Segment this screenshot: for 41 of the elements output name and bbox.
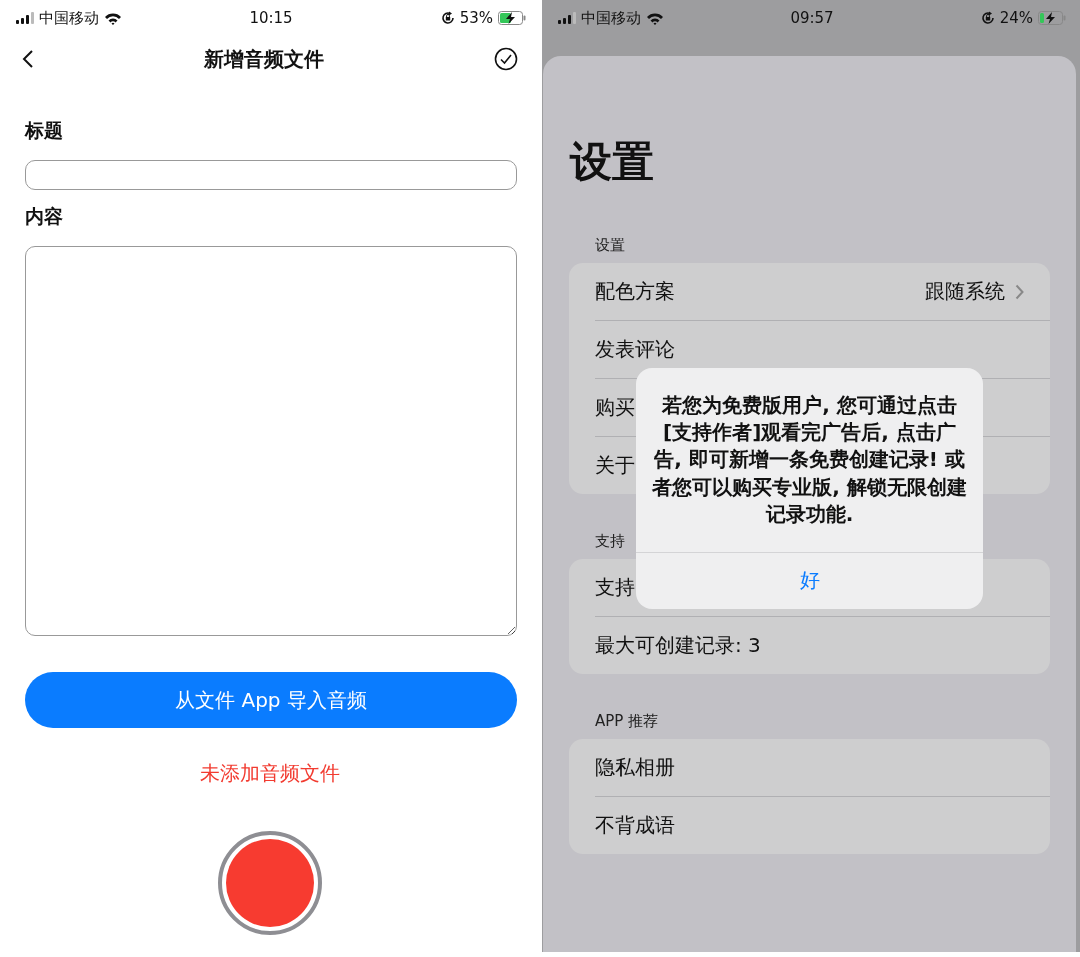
signal-icon (558, 12, 576, 24)
row-label: 最大可创建记录: 3 (595, 632, 761, 659)
section-header: 设置 (595, 236, 626, 255)
settings-row[interactable]: 最大可创建记录: 3 (595, 617, 1050, 674)
row-label: 购买 (595, 394, 635, 421)
section-header: APP 推荐 (595, 712, 660, 731)
row-label: 隐私相册 (595, 754, 675, 781)
sheet-title: 设置 (570, 136, 655, 188)
battery-charging-icon (1038, 11, 1066, 25)
wifi-icon (104, 11, 122, 25)
row-value: 跟随系统 (925, 278, 1005, 305)
wifi-icon (646, 11, 664, 25)
settings-row[interactable]: 不背成语 (595, 797, 1050, 854)
settings-row[interactable]: 隐私相册 (595, 739, 1050, 797)
import-button[interactable]: 从文件 App 导入音频 (25, 672, 517, 728)
chevron-icon (1015, 283, 1024, 300)
title-field[interactable] (25, 160, 517, 190)
check-circle-icon[interactable] (494, 47, 518, 71)
field-label: 标题 (25, 118, 64, 143)
alert-message: 若您为免费版用户, 您可通过点击[支持作者]观看完广告后, 点击广告, 即可新增一条免费创建记录! 或者您可以购买专业版, 解锁无限创建记录功能. (651, 392, 968, 528)
status-time: 09:57 (790, 9, 834, 27)
row-label: 不背成语 (595, 812, 675, 839)
back-icon[interactable] (22, 49, 34, 69)
rotation-lock-icon (980, 11, 995, 25)
page-title: 新增音频文件 (204, 45, 324, 73)
battery-percent: 24% (999, 9, 1033, 27)
content-field[interactable] (25, 246, 517, 636)
section-header: 支持 (595, 532, 626, 551)
status-text: 未添加音频文件 (200, 760, 340, 787)
carrier-name: 中国移动 (39, 8, 99, 28)
settings-row[interactable]: 配色方案 跟随系统 (595, 263, 1050, 321)
carrier-name: 中国移动 (581, 8, 641, 28)
signal-icon (16, 12, 34, 24)
row-label: 配色方案 (595, 278, 675, 305)
row-label: 支持 (595, 574, 635, 601)
field-label: 内容 (25, 204, 64, 229)
status-time: 10:15 (249, 9, 293, 27)
rotation-lock-icon (440, 11, 455, 25)
battery-percent: 53% (459, 9, 493, 27)
row-label: 发表评论 (595, 336, 675, 363)
battery-charging-icon (498, 11, 526, 25)
